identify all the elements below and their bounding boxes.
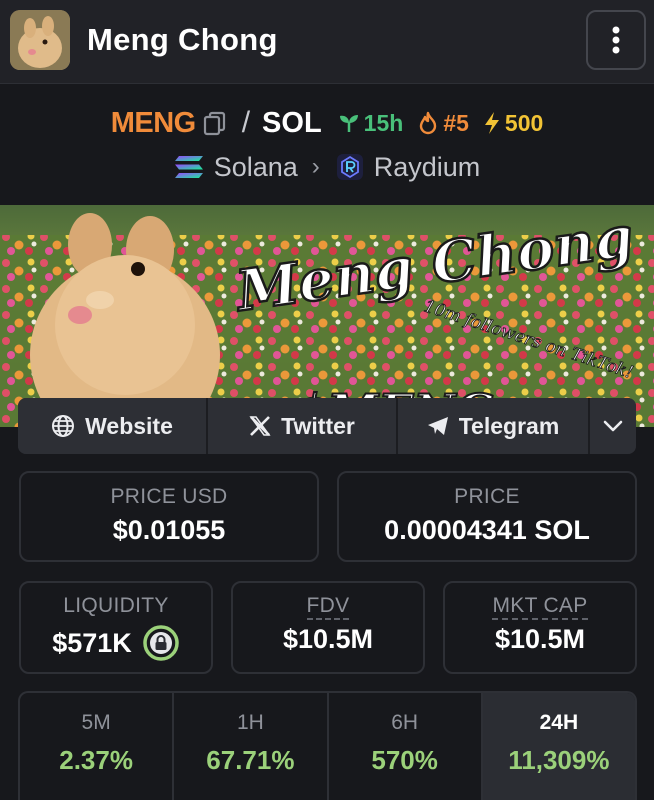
telegram-button[interactable]: Telegram [398, 398, 590, 454]
chain-link[interactable]: Solana [214, 152, 298, 183]
raydium-icon [336, 153, 364, 181]
twitter-button[interactable]: Twitter [208, 398, 398, 454]
tab-5m-label: 5M [81, 711, 111, 734]
boost-count: 500 [504, 109, 544, 136]
paper-plane-icon [427, 416, 449, 436]
more-options-button[interactable] [586, 10, 646, 70]
price-native-value: 0.00004341 SOL [384, 515, 590, 545]
top-bar: Meng Chong [0, 0, 654, 84]
liquidity-label: LIQUIDITY [63, 594, 169, 617]
pair-age: 15h [363, 109, 404, 136]
pair-separator: / [241, 106, 251, 139]
kebab-menu-icon [612, 26, 620, 54]
globe-icon [51, 414, 75, 438]
market-cap-label: MKT CAP [492, 594, 588, 620]
pair-info: MENG / SOL 15h #5 500 Solana › Raydium [0, 85, 654, 205]
tab-24h[interactable]: 24H 11,309% [482, 693, 635, 800]
social-links-bar: Website Twitter Telegram [18, 398, 636, 454]
boost-badge: 500 [483, 110, 543, 137]
tab-5m[interactable]: 5M 2.37% [20, 693, 175, 800]
chevron-right-icon: › [311, 153, 320, 180]
market-cap-card[interactable]: MKT CAP $10.5M [443, 581, 637, 674]
lock-icon[interactable] [142, 624, 180, 662]
price-usd-card: PRICE USD $0.01055 [19, 471, 319, 562]
tab-1h[interactable]: 1H 67.71% [174, 693, 329, 800]
website-button[interactable]: Website [18, 398, 208, 454]
seedling-icon [338, 112, 360, 134]
trending-rank: #5 [443, 109, 469, 136]
fdv-card[interactable]: FDV $10.5M [231, 581, 425, 674]
tab-24h-label: 24H [539, 711, 579, 734]
fdv-label: FDV [306, 594, 350, 620]
telegram-label: Telegram [458, 412, 560, 439]
price-native-label: PRICE [454, 485, 520, 508]
tab-5m-change: 2.37% [59, 745, 133, 775]
price-usd-value: $0.01055 [112, 515, 226, 545]
tab-6h-change: 570% [371, 745, 438, 775]
base-token-symbol: MENG [110, 106, 197, 139]
flame-icon [417, 111, 439, 135]
quote-token-symbol: SOL [262, 106, 322, 139]
chevron-down-icon [603, 420, 623, 432]
liquidity-card: LIQUIDITY $571K [19, 581, 213, 674]
dex-link[interactable]: Raydium [374, 152, 481, 183]
price-usd-label: PRICE USD [110, 485, 228, 508]
copy-icon[interactable] [202, 110, 228, 136]
tab-6h-label: 6H [391, 711, 419, 734]
more-links-button[interactable] [590, 398, 636, 454]
page-title: Meng Chong [87, 22, 278, 57]
tab-1h-change: 67.71% [206, 745, 295, 775]
pair-age-badge: 15h [338, 109, 404, 137]
tab-6h[interactable]: 6H 570% [329, 693, 483, 800]
token-banner: Meng Chong 10m followers on TikTok! $MEN… [0, 205, 654, 427]
price-native-card: PRICE 0.00004341 SOL [337, 471, 637, 562]
lightning-icon [483, 111, 501, 135]
market-cap-value: $10.5M [494, 624, 586, 654]
website-label: Website [85, 412, 173, 439]
solana-icon [174, 154, 204, 180]
tab-1h-label: 1H [236, 711, 264, 734]
token-avatar [10, 10, 70, 70]
x-logo-icon [249, 415, 271, 437]
tab-24h-change: 11,309% [508, 745, 610, 775]
twitter-label: Twitter [281, 412, 355, 439]
trending-rank-badge: #5 [417, 110, 469, 137]
liquidity-value: $571K [52, 627, 132, 658]
price-change-tabs: 5M 2.37% 1H 67.71% 6H 570% 24H 11,309% [18, 691, 637, 800]
fdv-value: $10.5M [282, 624, 374, 654]
